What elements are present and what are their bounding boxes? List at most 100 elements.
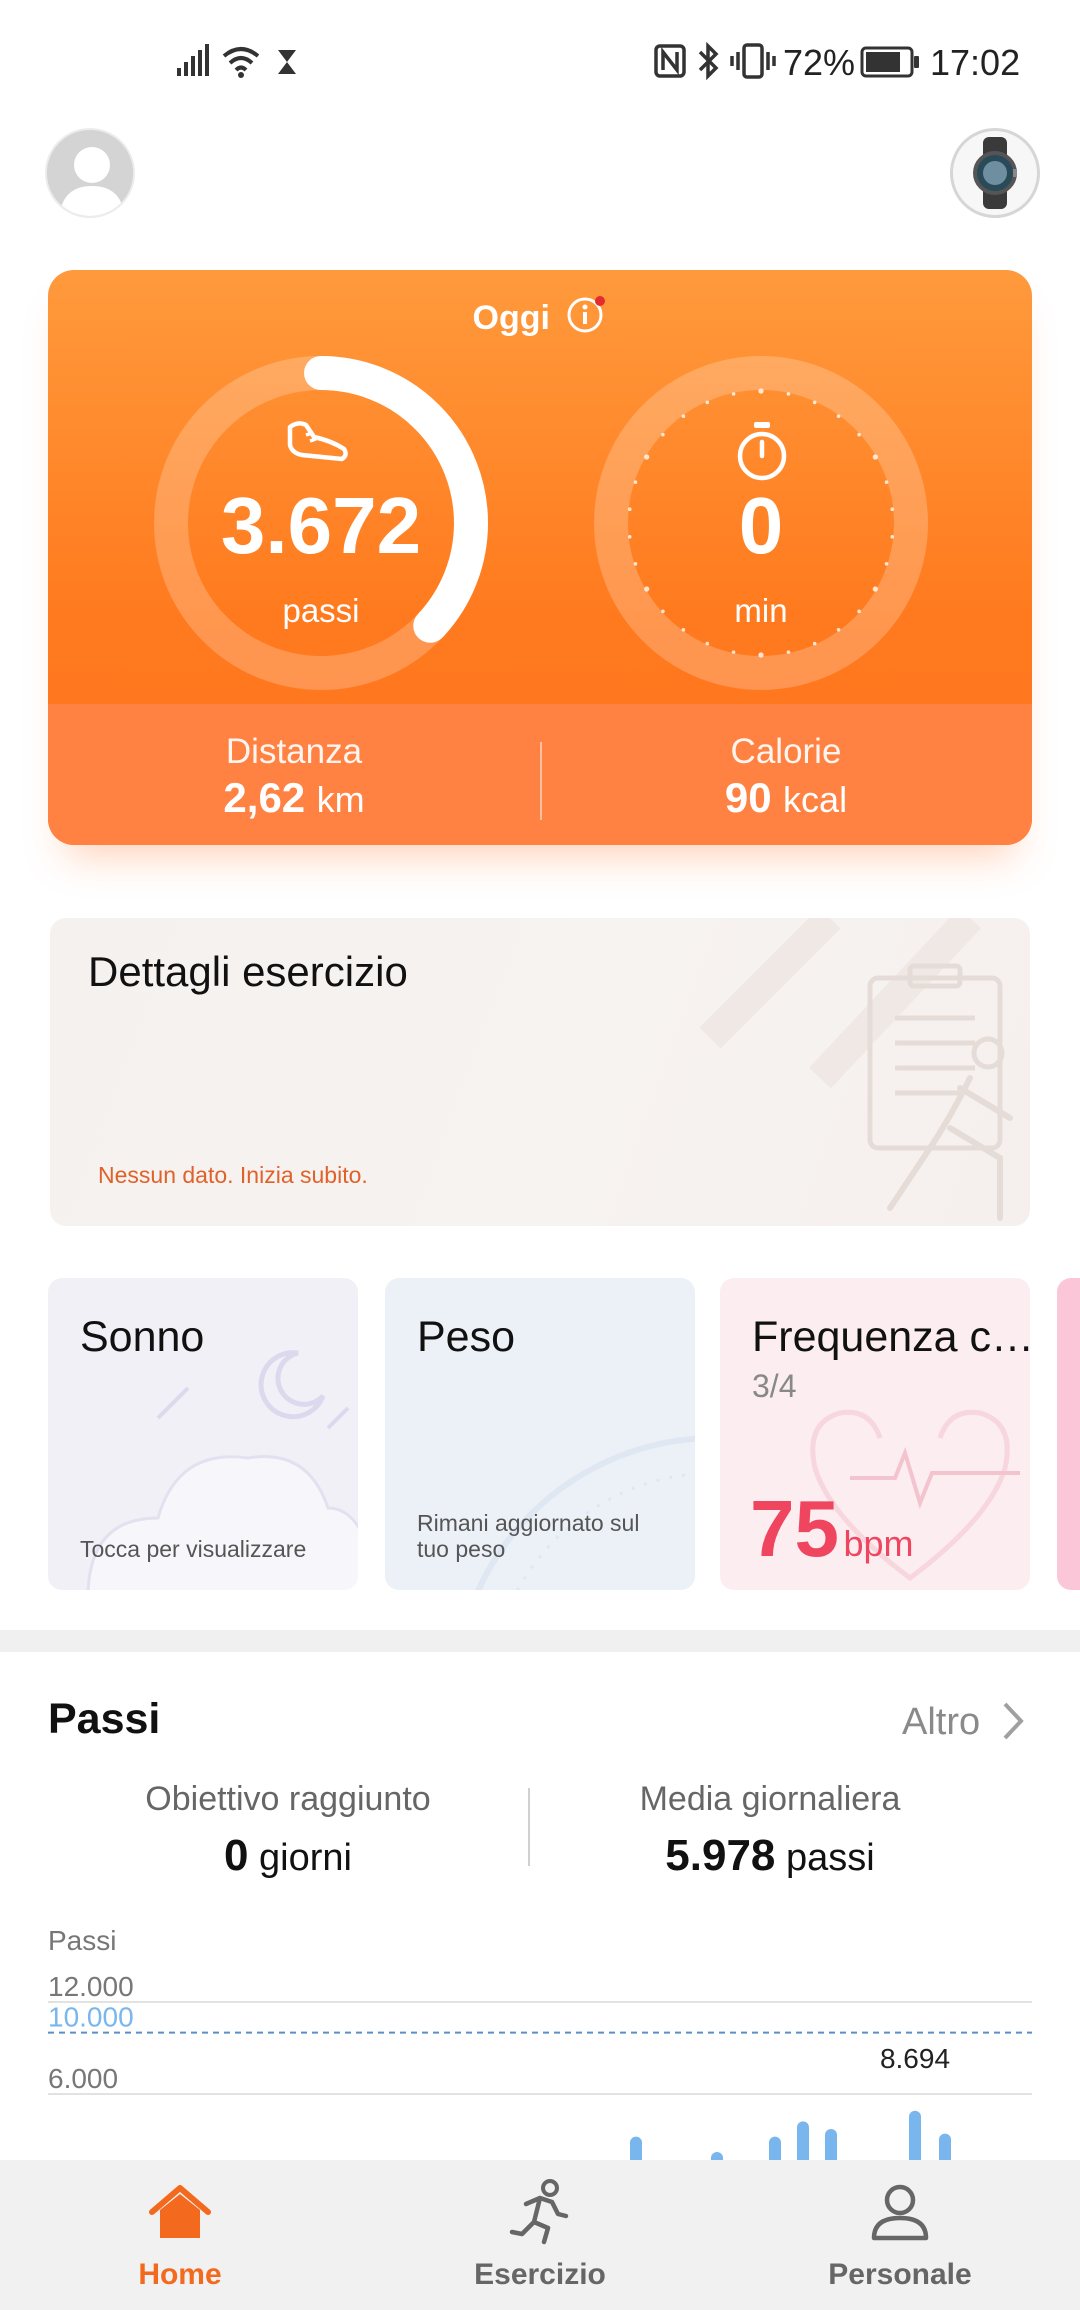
bluetooth-icon (698, 42, 719, 80)
more-link[interactable]: Altro (902, 1700, 1025, 1744)
goal-value: 0 (224, 1831, 249, 1880)
goal-label: Obiettivo raggiunto (145, 1780, 431, 1818)
average-label: Media giornaliera (639, 1780, 901, 1818)
weight-hint-line-1: Rimani aggiornato sul (417, 1510, 640, 1536)
cell-signal-icon (177, 44, 209, 76)
sleep-hint: Tocca per visualizzare (80, 1536, 307, 1562)
heart-rate-date: 3/4 (752, 1368, 797, 1404)
minute-tick (758, 652, 764, 658)
active-minutes-unit: min (734, 592, 788, 629)
weight-card[interactable]: Peso Rimani aggiornato sul tuo peso (385, 1278, 695, 1590)
heart-rate-reading: 75 bpm (750, 1483, 913, 1575)
next-card-peek[interactable] (1057, 1278, 1080, 1590)
chart-y-axis-label: Passi (48, 1925, 116, 1956)
weight-hint: Rimani aggiornato sul tuo peso (417, 1510, 639, 1562)
user-silhouette-icon (47, 130, 133, 216)
nav-personal-label: Personale (828, 2258, 972, 2291)
nav-home-label: Home (138, 2258, 222, 2291)
chart-bar (797, 2121, 809, 2170)
goal-summary: Obiettivo raggiunto 0 giorni (48, 1780, 528, 1881)
exercise-title: Dettagli esercizio (88, 948, 408, 995)
steps-section-title: Passi (48, 1695, 161, 1743)
average-unit: passi (785, 1837, 875, 1879)
minute-tick (644, 586, 650, 592)
exercise-details-card[interactable]: Dettagli esercizio Nessun dato. Inizia s… (50, 918, 1030, 1226)
minute-tick (681, 414, 686, 419)
today-activity-card[interactable]: Oggi 3.672 passi 0 min Distanza 2,62 km (48, 270, 1032, 845)
exercise-illustration-icon (699, 918, 1013, 1221)
heart-rate-card[interactable]: Frequenza c… 3/4 75 bpm (720, 1278, 1030, 1590)
steps-count: 3.672 (220, 481, 422, 570)
heart-rate-unit: bpm (843, 1523, 914, 1564)
nav-home[interactable]: Home (0, 2160, 360, 2310)
status-bar: 72% 17:02 (0, 0, 1080, 120)
chart-y-tick-label: 10.000 (48, 2002, 134, 2033)
hourglass-icon (278, 50, 296, 74)
sleep-card[interactable]: Sonno Tocca per visualizzare (48, 1278, 358, 1590)
nav-exercise-label: Esercizio (474, 2258, 606, 2291)
nfc-icon (654, 44, 686, 78)
goal-unit: giorni (259, 1837, 352, 1879)
minute-tick (644, 454, 650, 460)
distance-unit: km (316, 779, 365, 820)
minute-tick (705, 641, 710, 646)
battery-percent: 72% (783, 42, 856, 83)
distance-label: Distanza (225, 732, 363, 771)
calories-unit: kcal (783, 779, 848, 820)
nav-personal[interactable]: Personale (720, 2160, 1080, 2310)
shoe-icon (287, 421, 348, 462)
device-watch-button[interactable] (950, 128, 1040, 218)
exercise-empty-text[interactable]: Nessun dato. Inizia subito. (98, 1162, 368, 1189)
minute-tick (786, 650, 791, 654)
minute-tick (705, 400, 710, 405)
chart-bar (769, 2136, 781, 2170)
chart-highlight-label: 8.694 (880, 2043, 950, 2074)
chart-bar (939, 2133, 951, 2170)
calories-stat: Calorie 90 kcal (540, 732, 1032, 822)
section-divider (0, 1630, 1080, 1652)
minute-tick (731, 650, 736, 654)
minute-tick (812, 400, 817, 405)
person-icon (871, 2184, 929, 2241)
wifi-icon (222, 47, 260, 78)
steps-chart[interactable]: Passi 12.000 10.000 6.000 8.694 (0, 1900, 1080, 2170)
chart-bar (630, 2136, 642, 2170)
active-minutes-value: 0 (738, 481, 784, 570)
weight-hint-line-2: tuo peso (417, 1536, 506, 1562)
info-icon[interactable] (567, 295, 607, 335)
steps-chart-svg: Passi 12.00010.000 6.000 8.694 (48, 1925, 1032, 2170)
steps-unit: passi (282, 592, 360, 629)
stopwatch-icon (737, 422, 787, 481)
distance-value: 2,62 (223, 774, 306, 821)
chevron-right-icon (1003, 1702, 1024, 1740)
heart-rate-value: 75 (750, 1484, 839, 1573)
sleep-title: Sonno (80, 1313, 205, 1361)
calories-value: 90 (724, 774, 772, 821)
home-icon (149, 2185, 211, 2238)
profile-avatar[interactable] (45, 128, 135, 218)
chart-y-tick-label: 12.000 (48, 1971, 134, 2002)
minute-tick (836, 414, 841, 419)
chart-bar (711, 2152, 723, 2170)
average-value: 5.978 (665, 1831, 776, 1880)
minute-tick (857, 432, 861, 437)
chart-bar (909, 2110, 921, 2170)
bottom-navigation: Home Esercizio Personale (0, 2160, 1080, 2310)
chart-y-tick-label: 6.000 (48, 2063, 118, 2094)
chart-bar (825, 2129, 837, 2170)
smartwatch-icon (973, 137, 1017, 209)
average-summary: Media giornaliera 5.978 passi (530, 1780, 1010, 1881)
today-header[interactable]: Oggi (48, 295, 1032, 338)
vibrate-icon (730, 43, 776, 79)
weight-title: Peso (417, 1313, 516, 1361)
minute-tick (872, 586, 878, 592)
running-person-icon (509, 2179, 569, 2245)
minute-tick (872, 454, 878, 460)
calories-label: Calorie (730, 732, 842, 771)
minute-tick (731, 392, 736, 396)
nav-exercise[interactable]: Esercizio (360, 2160, 720, 2310)
clock-time: 17:02 (930, 42, 1021, 83)
today-title: Oggi (472, 299, 550, 337)
heart-rate-title: Frequenza c… (752, 1313, 1030, 1361)
minute-tick (812, 641, 817, 646)
